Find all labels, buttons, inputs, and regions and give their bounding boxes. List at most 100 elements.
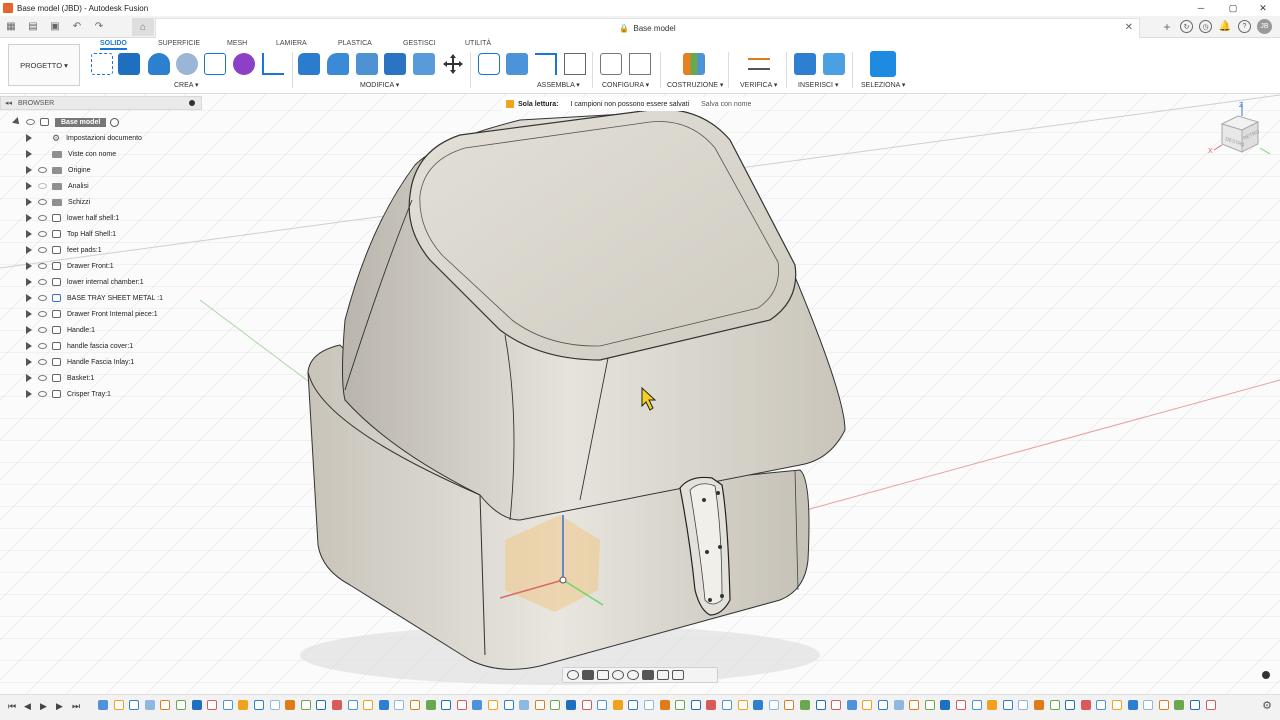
fillet-icon[interactable] xyxy=(327,53,349,75)
browser-item[interactable]: Viste con nome xyxy=(26,146,116,162)
collapse-panel-icon[interactable]: ◂◂ xyxy=(5,99,12,107)
expand-triangle-icon[interactable] xyxy=(26,150,32,158)
save-icon[interactable]: ▣ xyxy=(48,19,62,33)
visibility-eye-icon[interactable] xyxy=(38,247,47,253)
close-tab-icon[interactable]: ✕ xyxy=(1125,22,1133,33)
visibility-eye-icon[interactable] xyxy=(38,183,47,189)
browser-item[interactable]: ⚙ Impostazioni documento xyxy=(26,130,142,146)
timeline-feature-icon[interactable] xyxy=(1065,700,1076,710)
online-status-icon[interactable]: ◷ xyxy=(1199,20,1212,33)
timeline-feature-icon[interactable] xyxy=(956,700,966,710)
timeline-feature-icon[interactable] xyxy=(347,700,358,710)
minimize-button[interactable]: ─ xyxy=(1186,0,1216,16)
timeline-feature-icon[interactable] xyxy=(753,700,764,710)
zoom-icon[interactable] xyxy=(612,670,624,680)
timeline-feature-icon[interactable] xyxy=(566,700,576,710)
insert-canvas-icon[interactable] xyxy=(823,53,845,75)
visibility-eye-icon[interactable] xyxy=(38,391,47,397)
visibility-eye-icon[interactable] xyxy=(38,295,47,301)
timeline-feature-icon[interactable] xyxy=(332,700,342,710)
timeline-feature-icon[interactable] xyxy=(441,700,452,710)
derive-icon[interactable] xyxy=(262,53,284,75)
timeline-feature-icon[interactable] xyxy=(581,700,592,710)
visibility-eye-icon[interactable] xyxy=(38,263,47,269)
expand-triangle-icon[interactable] xyxy=(26,310,32,318)
hole-icon[interactable] xyxy=(176,53,198,75)
browser-item[interactable]: handle fascia cover:1 xyxy=(26,338,133,354)
timeline-feature-icon[interactable] xyxy=(456,700,467,710)
timeline-feature-icon[interactable] xyxy=(176,700,186,710)
create-sketch-icon[interactable] xyxy=(91,53,113,75)
timeline-feature-icon[interactable] xyxy=(534,700,545,710)
timeline-feature-icon[interactable] xyxy=(815,700,826,710)
timeline-feature-icon[interactable] xyxy=(846,700,857,710)
user-avatar[interactable]: JB xyxy=(1257,19,1272,34)
display-settings-icon[interactable] xyxy=(642,670,654,680)
timeline-feature-icon[interactable] xyxy=(987,700,998,710)
timeline-feature-icon[interactable] xyxy=(784,700,795,710)
expand-triangle-icon[interactable] xyxy=(26,230,32,238)
timeline-feature-icon[interactable] xyxy=(160,700,171,710)
undo-icon[interactable]: ↶ xyxy=(70,19,84,33)
timeline-feature-icon[interactable] xyxy=(675,700,686,710)
extrude-icon[interactable] xyxy=(118,53,140,75)
visibility-eye-icon[interactable] xyxy=(38,279,47,285)
expand-triangle-icon[interactable] xyxy=(12,117,22,127)
timeline-feature-icon[interactable] xyxy=(254,700,264,710)
timeline-start-icon[interactable]: ⏮ xyxy=(8,701,16,712)
timeline-feature-icon[interactable] xyxy=(207,700,218,710)
visibility-eye-icon[interactable] xyxy=(26,119,35,125)
group-configura[interactable]: CONFIGURA ▾ xyxy=(602,81,649,89)
expand-triangle-icon[interactable] xyxy=(26,390,32,398)
expand-triangle-icon[interactable] xyxy=(26,342,32,350)
timeline-feature-icon[interactable] xyxy=(238,700,249,710)
pattern-icon[interactable] xyxy=(204,53,226,75)
browser-item[interactable]: Drawer Front:1 xyxy=(26,258,114,274)
browser-item[interactable]: Origine xyxy=(26,162,91,178)
timeline-feature-icon[interactable] xyxy=(644,700,654,710)
timeline-feature-icon[interactable] xyxy=(706,700,717,710)
group-costruzione[interactable]: COSTRUZIONE ▾ xyxy=(667,81,723,89)
configuration-table-icon[interactable] xyxy=(629,53,651,75)
tab-utilita[interactable]: UTILITÀ xyxy=(465,40,491,47)
visibility-eye-icon[interactable] xyxy=(38,311,47,317)
activate-radio-icon[interactable] xyxy=(110,117,120,127)
file-menu-icon[interactable]: ▤ xyxy=(26,19,40,33)
move-copy-icon[interactable] xyxy=(442,53,464,75)
select-icon[interactable] xyxy=(870,51,896,77)
browser-item[interactable]: Drawer Front Internal piece:1 xyxy=(26,306,158,322)
notifications-icon[interactable]: 🔔 xyxy=(1218,20,1232,34)
tab-solido[interactable]: SOLIDO xyxy=(100,40,127,50)
revolve-icon[interactable] xyxy=(148,53,170,75)
browser-item[interactable]: Crisper Tray:1 xyxy=(26,386,111,402)
home-tab-icon[interactable]: ⌂ xyxy=(132,18,154,36)
timeline-feature-icon[interactable] xyxy=(971,700,982,710)
expand-triangle-icon[interactable] xyxy=(26,198,32,206)
maximize-button[interactable]: ▢ xyxy=(1218,0,1248,16)
timeline-feature-icon[interactable] xyxy=(924,700,935,710)
timeline-feature-icon[interactable] xyxy=(909,700,920,710)
timeline-feature-icon[interactable] xyxy=(129,700,140,710)
visibility-eye-icon[interactable] xyxy=(38,375,47,381)
timeline-feature-icon[interactable] xyxy=(98,700,108,710)
timeline-feature-icon[interactable] xyxy=(222,700,233,710)
visibility-eye-icon[interactable] xyxy=(38,199,47,205)
configure-icon[interactable] xyxy=(600,53,622,75)
save-as-button[interactable]: Salva con nome xyxy=(701,101,751,108)
timeline-feature-icon[interactable] xyxy=(893,700,904,710)
viewcube[interactable]: Z X DESTRA RETRO xyxy=(1208,100,1272,164)
visibility-eye-icon[interactable] xyxy=(38,343,47,349)
timeline-feature-icon[interactable] xyxy=(1174,700,1185,710)
timeline-feature-icon[interactable] xyxy=(410,700,420,710)
orbit-icon[interactable] xyxy=(567,670,579,680)
expand-triangle-icon[interactable] xyxy=(26,294,32,302)
grid-snaps-icon[interactable] xyxy=(657,670,669,680)
visibility-eye-icon[interactable] xyxy=(38,359,47,365)
document-tab[interactable]: 🔒 Base model ✕ xyxy=(155,18,1140,38)
tab-lamiera[interactable]: LAMIERA xyxy=(276,40,307,47)
timeline-feature-icon[interactable] xyxy=(737,700,748,710)
timeline-feature-icon[interactable] xyxy=(800,700,810,710)
insert-derive-icon[interactable] xyxy=(794,53,816,75)
timeline-feature-icon[interactable] xyxy=(659,700,670,710)
timeline-feature-icon[interactable] xyxy=(862,700,873,710)
